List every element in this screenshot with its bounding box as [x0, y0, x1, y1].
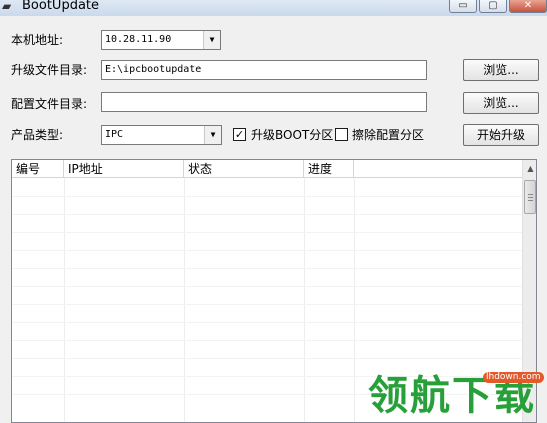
upgrade-boot-label: 升级BOOT分区 — [251, 128, 334, 142]
product-type-label: 产品类型: — [11, 128, 64, 142]
browse-config-button[interactable]: 浏览... — [463, 92, 539, 114]
upgrade-boot-checkbox[interactable]: ✓ — [233, 128, 246, 141]
column-header-ip[interactable]: IP地址 — [64, 160, 184, 178]
column-header-progress[interactable]: 进度 — [304, 160, 354, 178]
grip-line — [528, 194, 533, 195]
row-divider — [12, 304, 522, 305]
scroll-thumb[interactable] — [524, 180, 536, 214]
list-header: 编号 IP地址 状态 进度 — [12, 160, 522, 178]
local-address-select[interactable]: 10.28.11.90 ▼ — [101, 30, 221, 50]
erase-config-checkbox[interactable] — [335, 128, 348, 141]
product-type-select[interactable]: IPC ▼ — [101, 125, 222, 145]
column-header-index[interactable]: 编号 — [12, 160, 64, 178]
watermark-url: lhdown.com — [483, 372, 544, 383]
window-title: BootUpdate — [22, 0, 100, 13]
row-divider — [12, 268, 522, 269]
local-address-label: 本机地址: — [11, 33, 64, 47]
app-icon: ▰ — [2, 0, 12, 13]
chevron-down-icon[interactable]: ▼ — [204, 126, 221, 144]
upgrade-dir-label: 升级文件目录: — [11, 63, 88, 77]
close-button[interactable]: ✕ — [509, 0, 547, 13]
row-divider — [12, 214, 522, 215]
scroll-up-arrow-icon[interactable]: ▲ — [523, 160, 536, 177]
column-header-status[interactable]: 状态 — [184, 160, 304, 178]
row-divider — [12, 322, 522, 323]
title-bar: ▰ BootUpdate ▭ ▢ ✕ — [0, 0, 547, 16]
local-address-value: 10.28.11.90 — [105, 34, 172, 45]
config-dir-label: 配置文件目录: — [11, 97, 88, 111]
grip-line — [528, 200, 533, 201]
row-divider — [12, 196, 522, 197]
maximize-button[interactable]: ▢ — [479, 0, 507, 13]
product-type-value: IPC — [105, 129, 124, 140]
config-dir-input[interactable] — [101, 92, 427, 112]
row-divider — [12, 358, 522, 359]
browse-upgrade-button[interactable]: 浏览... — [463, 59, 539, 81]
watermark: 领航下载 lhdown.com — [368, 364, 546, 423]
erase-config-label: 擦除配置分区 — [352, 128, 425, 142]
upgrade-dir-input[interactable]: E:\ipcbootupdate — [101, 60, 427, 80]
minimize-button[interactable]: ▭ — [449, 0, 477, 13]
row-divider — [12, 232, 522, 233]
chevron-down-icon[interactable]: ▼ — [203, 31, 220, 49]
row-divider — [12, 250, 522, 251]
row-divider — [12, 340, 522, 341]
row-divider — [12, 286, 522, 287]
start-upgrade-button[interactable]: 开始升级 — [463, 124, 539, 146]
grip-line — [528, 197, 533, 198]
